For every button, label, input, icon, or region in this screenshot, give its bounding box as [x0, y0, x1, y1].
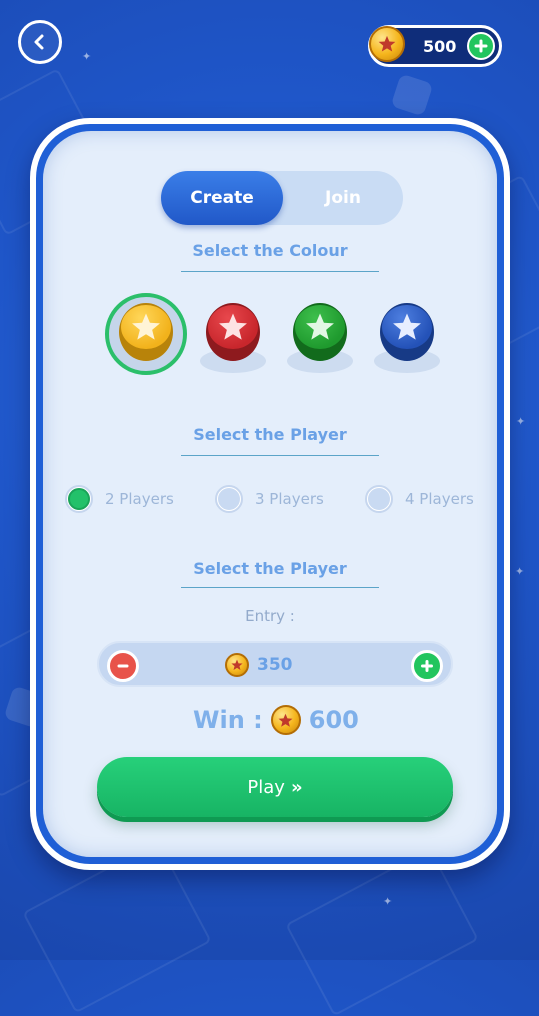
entry-stepper: 350 [97, 641, 453, 687]
plus-icon [474, 39, 488, 53]
mode-tabs: Create Join [161, 171, 403, 225]
star-icon [306, 313, 334, 340]
back-button[interactable] [18, 20, 62, 64]
token-face [208, 305, 258, 349]
token-green[interactable] [285, 299, 355, 379]
plus-icon [421, 660, 433, 672]
play-label: Play [247, 776, 285, 798]
star-icon [219, 313, 247, 340]
sparkle-icon: ✦ [82, 50, 92, 63]
add-coins-button[interactable] [467, 32, 495, 60]
radio-3-players[interactable]: 3 Players [215, 485, 324, 513]
token-blue[interactable] [372, 299, 442, 379]
radio-label: 4 Players [405, 490, 474, 508]
play-button[interactable]: Play » [97, 757, 453, 817]
radio-button [65, 485, 93, 513]
tab-create[interactable]: Create [161, 171, 283, 225]
coin-balance: 500 [368, 25, 502, 67]
star-icon [132, 313, 160, 340]
coin-icon [369, 26, 405, 62]
token-face [382, 305, 432, 349]
card-body: Create Join Select the Colour Select the… [43, 131, 497, 857]
token-red[interactable] [198, 299, 268, 379]
sparkle-icon: ✦ [383, 895, 393, 908]
double-chevron-right-icon: » [290, 776, 303, 798]
card-border: Create Join Select the Colour Select the… [36, 124, 504, 864]
token-face [295, 305, 345, 349]
token-body [380, 303, 434, 361]
win-value: 600 [308, 706, 359, 734]
bg-dice [390, 73, 434, 117]
bg-board-tile [285, 847, 479, 1016]
player-section-title: Select the Player [193, 425, 347, 444]
token-body [119, 303, 173, 361]
radio-fill [68, 488, 90, 510]
arrow-left-icon [34, 34, 44, 50]
radio-label: 3 Players [255, 490, 324, 508]
coin-balance-value: 500 [423, 37, 457, 56]
radio-button [365, 485, 393, 513]
radio-4-players[interactable]: 4 Players [365, 485, 474, 513]
entry-amount: 350 [225, 653, 293, 677]
win-amount: Win : 600 [193, 705, 359, 735]
tab-join[interactable]: Join [283, 171, 403, 225]
sparkle-icon: ✦ [516, 415, 526, 428]
colour-section-title: Select the Colour [192, 241, 348, 260]
entry-value: 350 [257, 655, 293, 675]
divider [181, 587, 379, 588]
divider [181, 455, 379, 456]
radio-label: 2 Players [105, 490, 174, 508]
token-yellow[interactable] [105, 293, 187, 379]
radio-button [215, 485, 243, 513]
radio-2-players[interactable]: 2 Players [65, 485, 174, 513]
sparkle-icon: ✦ [515, 565, 525, 578]
star-icon [393, 313, 421, 340]
create-room-card: Create Join Select the Colour Select the… [30, 118, 510, 870]
token-face [121, 305, 171, 349]
decrease-entry-button[interactable] [107, 650, 139, 682]
minus-icon [117, 664, 129, 668]
radio-fill [368, 488, 390, 510]
entry-label: Entry : [245, 607, 295, 625]
token-body [206, 303, 260, 361]
coin-icon [225, 653, 249, 677]
entry-section-title: Select the Player [193, 559, 347, 578]
increase-entry-button[interactable] [411, 650, 443, 682]
radio-fill [218, 488, 240, 510]
token-body [293, 303, 347, 361]
coin-icon [270, 705, 301, 735]
win-label: Win : [193, 706, 263, 734]
divider [181, 271, 379, 272]
